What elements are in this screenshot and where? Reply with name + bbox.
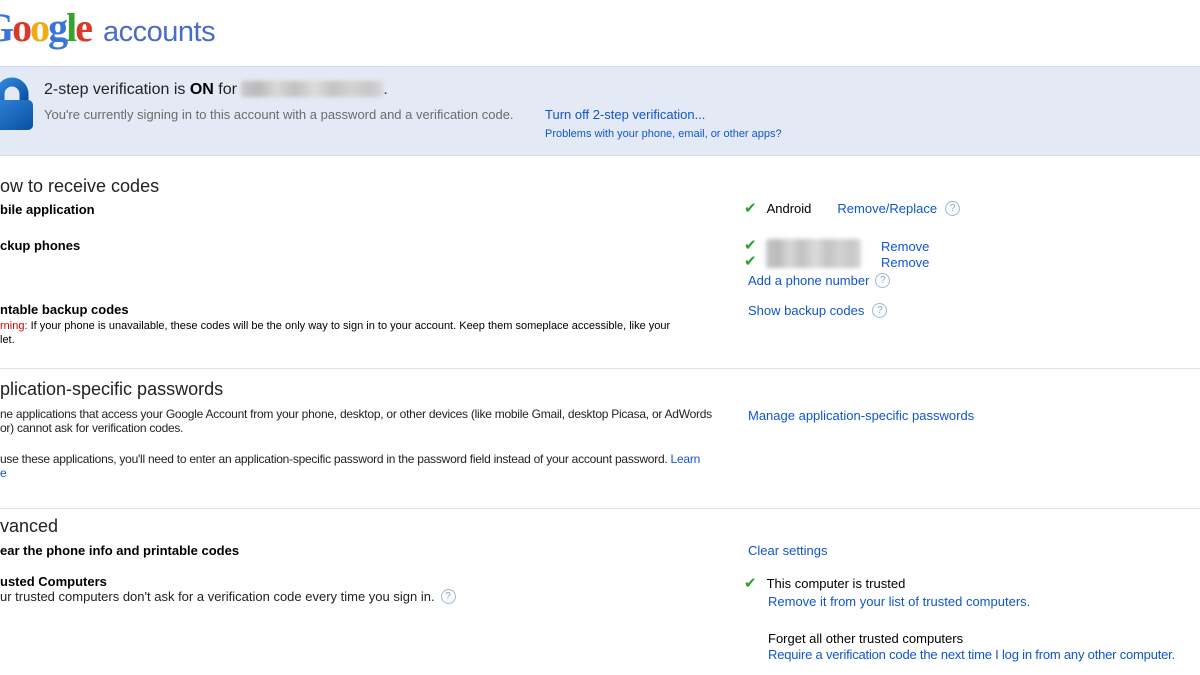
- advanced-heading: vanced: [0, 516, 58, 537]
- show-codes-row: Show backup codes ?: [748, 303, 887, 318]
- remove-replace-link[interactable]: Remove/Replace: [837, 201, 937, 216]
- banner-subtitle: You're currently signing in to this acco…: [44, 107, 514, 122]
- google-logo-text: Google: [0, 5, 91, 50]
- lock-icon: [0, 74, 36, 132]
- add-phone-number-link[interactable]: Add a phone number: [748, 273, 869, 288]
- banner-title: 2-step verification is ON for .: [44, 81, 388, 99]
- forget-other-computers-label: Forget all other trusted computers: [768, 631, 963, 646]
- warning-line-2: let.: [0, 333, 670, 347]
- paragraph-line: e: [0, 466, 700, 480]
- paragraph-line: or) cannot ask for verification codes.: [0, 421, 712, 435]
- learn-more-link[interactable]: Learn: [671, 452, 700, 466]
- section-divider: [0, 368, 1200, 369]
- android-row: ✔ Android Remove/Replace ?: [744, 201, 960, 216]
- header-bar: Google accounts: [0, 0, 1200, 66]
- logo-letter: o: [30, 5, 48, 50]
- clear-settings-link[interactable]: Clear settings: [748, 543, 827, 558]
- clear-phone-info-label: ear the phone info and printable codes: [0, 543, 239, 558]
- require-code-link[interactable]: Require a verification code the next tim…: [768, 647, 1175, 662]
- manage-app-passwords-link[interactable]: Manage application-specific passwords: [748, 408, 974, 423]
- paragraph-text: use these applications, you'll need to e…: [0, 452, 671, 466]
- check-icon: ✔: [744, 254, 757, 269]
- app-passwords-heading: plication-specific passwords: [0, 379, 223, 400]
- problems-help-link[interactable]: Problems with your phone, email, or othe…: [545, 128, 782, 140]
- warning-line-1: rning: If your phone is unavailable, the…: [0, 319, 670, 333]
- app-passwords-paragraph-1: ne applications that access your Google …: [0, 407, 712, 435]
- warning-prefix: rning:: [0, 320, 28, 332]
- paragraph-line: use these applications, you'll need to e…: [0, 452, 700, 466]
- receive-codes-heading: ow to receive codes: [0, 176, 159, 197]
- logo-letter: o: [12, 5, 30, 50]
- add-phone-row: Add a phone number ?: [748, 273, 890, 288]
- section-divider: [0, 508, 1200, 509]
- google-accounts-logo[interactable]: Google accounts: [0, 4, 215, 51]
- backup-phones-block: ✔ ✔ Remove Remove Add a phone number ?: [744, 238, 1044, 292]
- banner-title-prefix: 2-step verification is: [44, 81, 190, 98]
- logo-letter: l: [66, 5, 75, 50]
- mobile-application-label: bile application: [0, 202, 95, 217]
- check-icon: ✔: [744, 201, 757, 216]
- help-icon[interactable]: ?: [945, 201, 960, 216]
- banner-title-mid: for: [214, 81, 242, 98]
- app-passwords-paragraph-2: use these applications, you'll need to e…: [0, 452, 700, 480]
- two-step-banner: 2-step verification is ON for . You're c…: [0, 66, 1200, 156]
- remove-trusted-computer-link[interactable]: Remove it from your list of trusted comp…: [768, 594, 1030, 609]
- banner-on-status: ON: [190, 81, 214, 98]
- show-backup-codes-link[interactable]: Show backup codes: [748, 303, 864, 318]
- backup-phones-label: ckup phones: [0, 238, 80, 253]
- page: Googleaccounts 2-step verification is ON…: [0, 0, 1200, 675]
- warning-text: If your phone is unavailable, these code…: [28, 320, 671, 332]
- help-icon[interactable]: ?: [872, 303, 887, 318]
- banner-title-period: .: [383, 81, 387, 98]
- logo-letter: e: [75, 5, 91, 50]
- accounts-logo-text: accounts: [103, 16, 215, 48]
- trusted-computers-label: usted Computers: [0, 574, 107, 589]
- redacted-phone-numbers: [766, 239, 861, 268]
- logo-letter: g: [48, 5, 66, 50]
- trusted-status-text: This computer is trusted: [767, 576, 906, 591]
- check-icon: ✔: [744, 238, 757, 253]
- help-icon[interactable]: ?: [875, 273, 890, 288]
- android-device-label: Android: [767, 201, 812, 216]
- trusted-computers-description: ur trusted computers don't ask for a ver…: [0, 589, 456, 604]
- remove-phone-1-link[interactable]: Remove: [881, 239, 929, 254]
- learn-more-link-wrap[interactable]: e: [0, 466, 6, 480]
- turn-off-2step-link[interactable]: Turn off 2-step verification...: [545, 107, 705, 122]
- help-icon[interactable]: ?: [441, 589, 456, 604]
- logo-letter: G: [0, 5, 12, 50]
- remove-phone-2-link[interactable]: Remove: [881, 255, 929, 270]
- paragraph-line: ne applications that access your Google …: [0, 407, 712, 421]
- printable-codes-label: ntable backup codes: [0, 302, 129, 317]
- backup-codes-warning: rning: If your phone is unavailable, the…: [0, 319, 670, 347]
- trusted-status-row: ✔ This computer is trusted: [744, 576, 1200, 591]
- redacted-account-email: [241, 81, 383, 97]
- trusted-computers-block: ✔ This computer is trusted Remove it fro…: [744, 576, 1200, 675]
- trusted-desc-text: ur trusted computers don't ask for a ver…: [0, 589, 435, 604]
- check-icon: ✔: [744, 576, 757, 591]
